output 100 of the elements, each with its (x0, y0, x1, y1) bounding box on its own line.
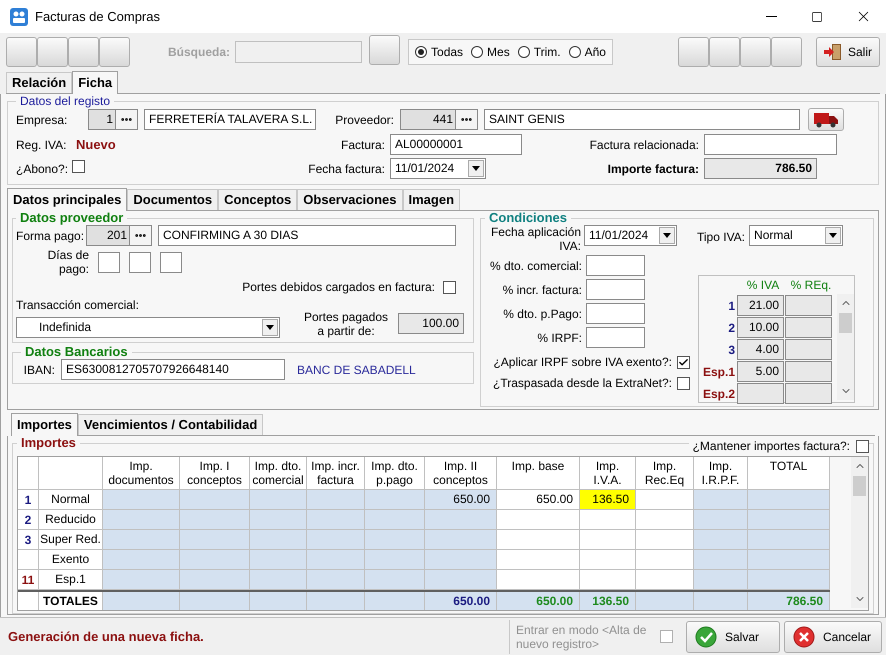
table-cell[interactable] (307, 490, 365, 510)
scroll-thumb[interactable] (839, 313, 852, 333)
table-cell[interactable] (103, 570, 180, 590)
table-cell[interactable] (103, 550, 180, 570)
table-cell[interactable] (180, 490, 250, 510)
input-field[interactable] (129, 252, 151, 272)
table-cell[interactable] (365, 530, 425, 550)
table-cell[interactable]: 650.00 (425, 490, 497, 510)
input-field[interactable]: ES6300812705707926648140 (61, 359, 285, 380)
checkbox[interactable] (856, 440, 869, 452)
table-cell[interactable] (180, 510, 250, 530)
input-field[interactable] (98, 252, 120, 272)
input-field[interactable] (160, 252, 182, 272)
input-field[interactable] (737, 383, 784, 404)
cancel-button[interactable]: Cancelar (784, 620, 882, 652)
table-cell[interactable]: 136.50 (580, 490, 636, 510)
input-field[interactable]: AL00000001 (390, 134, 522, 155)
table-cell[interactable] (103, 530, 180, 550)
toolbar-button[interactable] (99, 37, 130, 67)
tab[interactable]: Conceptos (218, 189, 298, 210)
tab[interactable]: Vencimientos / Contabilidad (78, 414, 264, 435)
table-cell[interactable] (580, 510, 636, 530)
table-cell[interactable] (497, 570, 580, 590)
table-cell[interactable] (694, 510, 748, 530)
table-cell[interactable] (425, 530, 497, 550)
input-field[interactable] (586, 279, 645, 300)
tab[interactable]: Relación (6, 72, 72, 93)
table-cell[interactable] (694, 530, 748, 550)
exit-button[interactable]: Salir (816, 37, 880, 67)
table-cell[interactable] (748, 490, 830, 510)
table-cell[interactable] (365, 490, 425, 510)
table-cell[interactable] (636, 550, 694, 570)
checkbox[interactable] (677, 356, 690, 368)
input-field[interactable]: 5.00 (737, 361, 784, 382)
tab[interactable]: Documentos (127, 189, 218, 210)
input-field[interactable]: 100.00 (398, 313, 464, 334)
toolbar-button[interactable] (68, 37, 99, 67)
input-field[interactable] (785, 317, 832, 338)
input-field[interactable] (785, 383, 832, 404)
table-cell[interactable] (307, 510, 365, 530)
toolbar-button[interactable] (678, 37, 709, 67)
table-cell[interactable] (748, 530, 830, 550)
table-cell[interactable] (694, 570, 748, 590)
table-cell[interactable] (103, 490, 180, 510)
table-cell[interactable] (580, 550, 636, 570)
table-cell[interactable] (748, 510, 830, 530)
dropdown[interactable]: 11/01/2024 (390, 158, 486, 179)
tab[interactable]: Ficha (72, 71, 118, 94)
input-field[interactable] (704, 134, 837, 155)
table-cell[interactable] (250, 510, 307, 530)
table-cell[interactable] (636, 530, 694, 550)
toolbar-button[interactable] (37, 37, 68, 67)
input-field[interactable]: 786.50 (704, 158, 817, 179)
table-cell[interactable] (425, 570, 497, 590)
table-cell[interactable] (694, 490, 748, 510)
tab[interactable]: Importes (11, 413, 78, 436)
checkbox[interactable] (677, 376, 690, 390)
table-cell[interactable] (307, 570, 365, 590)
input-field[interactable] (586, 255, 645, 276)
input-field[interactable]: SAINT GENIS (484, 109, 800, 130)
input-field[interactable] (785, 361, 832, 382)
code-field[interactable]: 441 (400, 109, 478, 130)
table-cell[interactable] (636, 570, 694, 590)
table-cell[interactable] (425, 510, 497, 530)
input-field[interactable]: 21.00 (737, 295, 784, 316)
browse-button[interactable] (115, 110, 137, 129)
input-field[interactable] (785, 339, 832, 360)
browse-button[interactable] (455, 110, 477, 129)
table-cell[interactable] (497, 530, 580, 550)
code-field[interactable]: 1 (88, 109, 138, 130)
table-cell[interactable] (250, 490, 307, 510)
table-cell[interactable] (748, 550, 830, 570)
table-cell[interactable] (307, 550, 365, 570)
table-cell[interactable] (180, 570, 250, 590)
table-cell[interactable] (250, 570, 307, 590)
table-cell[interactable] (365, 550, 425, 570)
input-field[interactable] (586, 303, 645, 324)
truck-button[interactable] (808, 108, 844, 131)
checkbox[interactable] (443, 280, 456, 294)
table-cell[interactable]: 650.00 (497, 490, 580, 510)
radio-option[interactable]: Trim. (518, 43, 561, 61)
table-cell[interactable] (365, 570, 425, 590)
radio-option[interactable]: Mes (471, 43, 510, 61)
input-field[interactable]: 4.00 (737, 339, 784, 360)
tab[interactable]: Imagen (402, 189, 460, 210)
table-cell[interactable] (180, 550, 250, 570)
table-cell[interactable] (250, 550, 307, 570)
input-field[interactable]: FERRETERÍA TALAVERA S.L. (144, 109, 316, 130)
table-cell[interactable] (365, 510, 425, 530)
table-cell[interactable] (580, 570, 636, 590)
toolbar-button[interactable] (740, 37, 771, 67)
input-field[interactable] (785, 295, 832, 316)
tab[interactable]: Datos principales (7, 188, 128, 211)
radio-option[interactable]: Año (568, 43, 606, 61)
dropdown[interactable]: Normal (749, 225, 844, 246)
toolbar-button[interactable] (6, 37, 37, 67)
table-cell[interactable] (307, 530, 365, 550)
tab[interactable]: Observaciones (297, 189, 402, 210)
code-field[interactable]: 201 (86, 225, 152, 246)
scroll-thumb[interactable] (853, 476, 866, 496)
